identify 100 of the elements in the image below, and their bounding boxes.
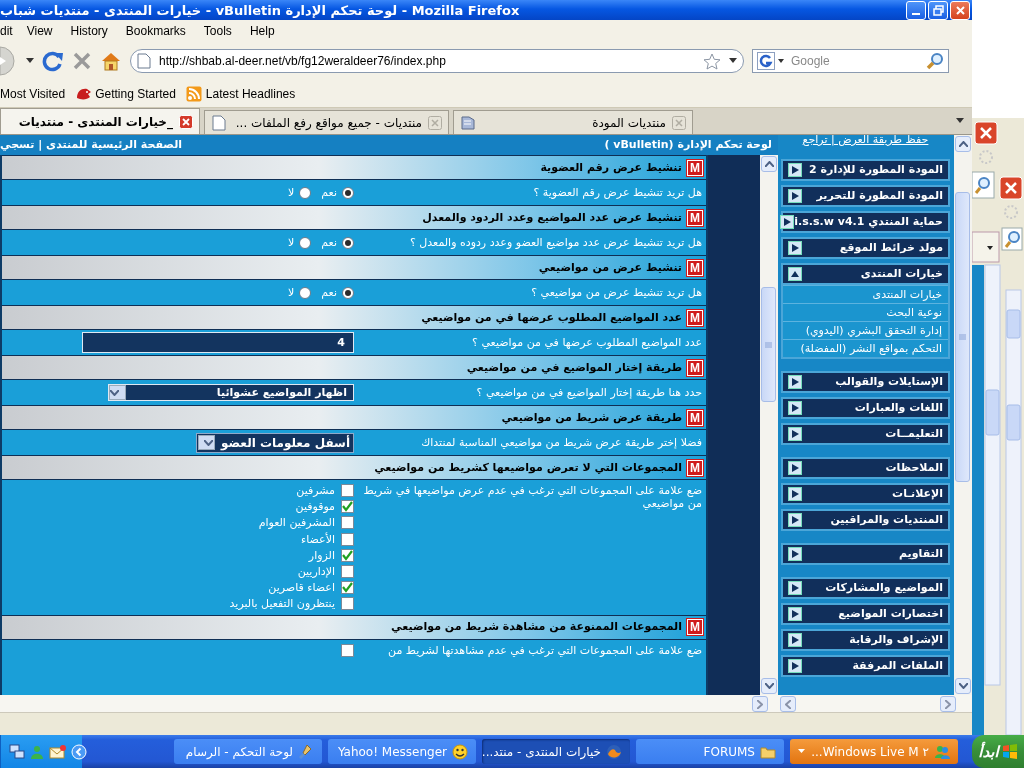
dropdown-caret-icon[interactable] [729,58,737,64]
checkbox[interactable] [341,565,354,579]
bookmark-link[interactable]: Most Visited [0,86,66,101]
checkbox[interactable] [341,581,354,595]
question-text: هل تريد تنشيط عرض رقم العضوية ؟ [532,185,703,200]
checkbox[interactable] [341,516,354,530]
taskbar-button[interactable]: Yahoo! Messenger [328,739,476,764]
number-field[interactable]: 4 [82,332,354,353]
menu-item[interactable]: اختصارات المواضيع [781,603,950,625]
browser-tab[interactable]: منتديات - جميع مواقع رفع الملفات ... [204,110,449,134]
radio-button[interactable] [299,236,312,249]
expand-icon [788,513,802,527]
menu-item[interactable]: اللغات والعبارات [781,397,950,419]
menu-item[interactable]: التعليمــات [781,423,950,445]
arrow-down-icon [764,683,774,689]
browser-tab[interactable]: _خيارات المنتدى - منتديات [0,108,200,134]
checkbox[interactable] [341,643,354,657]
bookmark-link[interactable]: Latest Headlines [185,85,296,102]
checkbox-label: الزوار [308,548,335,562]
expand-icon [788,581,802,595]
menu-item[interactable]: خيارات المنتدى [781,263,950,285]
expand-icon [780,215,795,229]
dropdown-caret-icon[interactable] [778,58,784,64]
section-title: تنشيط عرض عدد المواضيع وعدد الردود والمعدل [422,210,682,225]
checkbox[interactable] [341,500,354,514]
expand-icon [788,607,802,621]
menu-item[interactable]: المودة المطورة للتحرير [781,185,950,207]
scroll-up-button[interactable] [761,156,777,172]
checkbox[interactable] [341,484,354,498]
scroll-right-button[interactable] [752,696,768,712]
section-badge: M [687,359,703,376]
menu-item[interactable]: الإشراف والرقابة [781,629,950,651]
scroll-left-button[interactable] [780,696,796,712]
back-button[interactable] [0,46,18,76]
grip-icon [765,341,772,348]
question-text: فضلا إختر طريقة عرض شريط من مواضيعي المناسبة لمنتداك [420,435,703,450]
header-links[interactable]: الصفحة الرئيسية للمنتدى | تسجي [0,138,183,152]
scroll-up-button[interactable] [955,136,971,152]
taskbar-button[interactable]: لوحة التحكم - الرسام [174,739,322,764]
search-engine-icon[interactable] [757,52,775,70]
scrollbar-thumb[interactable] [761,287,776,402]
menu-item[interactable]: الملفات المرفقة [781,655,950,677]
checkbox[interactable] [341,532,354,546]
stop-icon[interactable] [72,51,92,71]
reload-icon[interactable] [42,50,64,72]
header-links[interactable]: حفظ طريقة العرض | تراجع [781,135,950,147]
menu-item[interactable]: التقاويم [781,543,950,565]
star-icon[interactable] [703,52,721,70]
menu-item[interactable]: مولد خرائط الموقع [781,237,950,259]
scrollbar-thumb[interactable] [955,192,970,482]
radio-label: لا [288,285,295,300]
dropdown[interactable]: اظهار المواضيع عشوائيا [108,384,354,401]
menu-item[interactable]: Tools [203,24,240,38]
menu-item[interactable]: View [26,24,61,38]
menu-item[interactable]: الإعلانـات [781,483,950,505]
scroll-down-button[interactable] [761,678,777,694]
menu-item[interactable]: Bookmarks [125,24,194,38]
rss-icon [185,85,202,102]
checkbox[interactable] [341,597,354,611]
radio-label: نعم [321,185,337,200]
mail-icon[interactable] [49,743,67,760]
menu-item[interactable]: المواضيع والمشاركات [781,577,950,599]
scroll-right-button[interactable] [940,696,956,712]
minimize-button[interactable] [906,0,926,20]
address-bar[interactable]: http://shbab.al-deer.net/vb/fg12weraldeer76/index.php [130,49,744,73]
close-button[interactable] [950,0,970,20]
section-title: المجموعات الممنوعة من مشاهدة شريط من مواضيعي [391,620,682,634]
search-icon[interactable] [926,52,944,70]
dropdown-caret-icon[interactable] [26,58,34,64]
menu-item[interactable]: المودة المطورة للإدارة 2 [781,159,950,181]
radio-button[interactable] [342,186,354,199]
start-button[interactable]: ابدأ [972,735,1024,768]
taskbar-button[interactable]: FORUMS [636,739,784,764]
checkbox[interactable] [341,548,354,562]
section-title: تنشيط عرض من مواضيعي [538,260,682,275]
menu-item[interactable]: حماية المنتدي i.s.s.w v4.1 [781,211,950,233]
menu-item[interactable]: Help [249,24,283,38]
radio-button[interactable] [342,286,354,299]
expand-icon [788,461,802,475]
checkbox-label: اعضاء قاصرين [268,581,335,595]
dropdown[interactable]: أسفل معلومات العضو [196,432,354,453]
taskbar-button[interactable]: خيارات المنتدى - منتد... [482,739,630,764]
menu-item[interactable]: المنتديات والمراقبين [781,509,950,531]
menu-item[interactable]: dit [0,24,21,38]
radio-button[interactable] [342,236,354,249]
radio-button[interactable] [299,286,312,299]
scroll-down-button[interactable] [955,678,971,694]
menu-item[interactable]: الإستايلات والقوالب [781,371,950,393]
home-icon[interactable] [100,51,122,71]
expand-icon [788,241,802,255]
radio-button[interactable] [299,186,312,199]
bookmark-link[interactable]: Getting Started [75,85,176,102]
restore-button[interactable] [928,0,948,20]
network-icon[interactable] [9,743,25,760]
menu-item[interactable]: History [70,24,116,38]
caret-icon [956,118,964,124]
search-field[interactable]: Google [752,49,949,73]
browser-tab[interactable]: منتديات المودة [453,110,693,134]
menu-item[interactable]: الملاحظات [781,457,950,479]
show-hidden-icons-button[interactable] [71,743,87,760]
